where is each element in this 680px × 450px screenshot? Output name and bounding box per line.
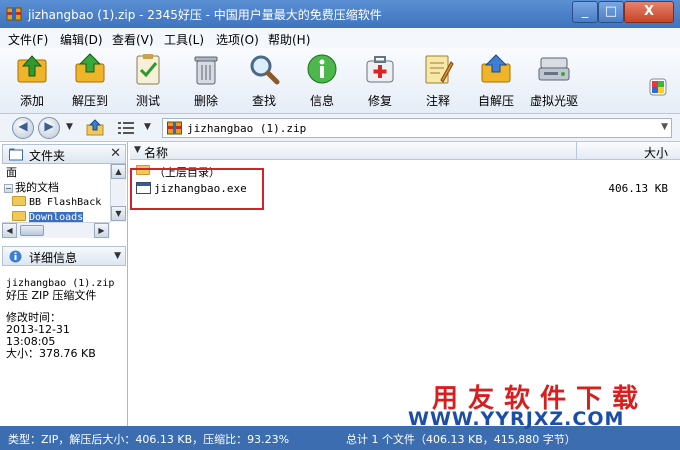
scroll-right-icon[interactable]: ▶: [94, 223, 109, 238]
column-name[interactable]: 名称: [144, 144, 168, 161]
address-bar: ◀ ▶ ▼ ▼ jizhangbao (1).zip ▼: [0, 114, 680, 142]
watermark-url: WWW.YYRJXZ.COM: [408, 408, 625, 430]
back-button[interactable]: ◀: [12, 117, 34, 139]
extract-icon: [75, 53, 105, 83]
test-checklist-icon: [136, 54, 160, 85]
tree-item-bb-flashback[interactable]: BB FlashBack: [12, 195, 101, 208]
test-button[interactable]: 测试: [120, 52, 176, 112]
title-bar: jizhangbao (1).zip - 2345好压 - 中国用户量最大的免费…: [0, 0, 680, 28]
file-size: 406.13 KB: [608, 182, 668, 195]
first-aid-icon: [366, 56, 394, 83]
folders-panel-title: 文件夹: [29, 149, 66, 163]
menu-bar: 文件(F) 编辑(D) 查看(V) 工具(L) 选项(O) 帮助(H): [0, 28, 680, 48]
up-folder-icon[interactable]: [86, 119, 104, 137]
find-button[interactable]: 查找: [236, 52, 292, 112]
file-list-header: ▼ 名称 大小: [130, 142, 680, 160]
info-icon: [307, 54, 337, 84]
self-extract-button[interactable]: 自解压: [468, 52, 524, 112]
address-field[interactable]: jizhangbao (1).zip ▼: [162, 118, 672, 138]
minimize-button[interactable]: _: [572, 1, 598, 23]
folder-tree: 面 − 我的文档 BB FlashBack Downloads: [2, 164, 110, 222]
detail-filetype: 好压 ZIP 压缩文件: [6, 289, 97, 302]
scroll-down-icon[interactable]: ▼: [111, 206, 126, 221]
folder-icon: [12, 211, 26, 221]
folder-icon: [12, 196, 26, 206]
details-content: jizhangbao (1).zip 好压 ZIP 压缩文件 修改时间： 201…: [6, 278, 124, 360]
window-title: jizhangbao (1).zip - 2345好压 - 中国用户量最大的免费…: [28, 8, 382, 22]
folder-icon: [9, 148, 23, 161]
view-dropdown-icon[interactable]: ▼: [144, 122, 151, 132]
folders-panel-header: 文件夹 ✕: [2, 144, 126, 164]
info-button[interactable]: 信息: [294, 52, 350, 112]
comment-note-icon: [425, 55, 454, 84]
trash-icon: [194, 56, 218, 85]
maximize-button[interactable]: □: [598, 1, 624, 23]
forward-arrow-icon: ▶: [44, 119, 54, 133]
history-dropdown-icon[interactable]: ▼: [66, 122, 73, 132]
tree-vertical-scrollbar[interactable]: ▲ ▼: [110, 164, 126, 222]
tree-item-downloads[interactable]: Downloads: [12, 210, 84, 222]
scroll-thumb[interactable]: [20, 225, 44, 236]
toolbar: 添加 解压到 测试 删除 查找 信息 修复 注释 自解压 虚拟光驱: [0, 48, 680, 114]
app-icon: [6, 7, 22, 21]
tree-item-desktop[interactable]: 面: [6, 164, 17, 180]
back-arrow-icon: ◀: [18, 119, 28, 133]
status-right: 总计 1 个文件（406.13 KB，415,880 字节）: [346, 433, 576, 446]
close-button[interactable]: X: [624, 1, 674, 23]
collapse-toggle-icon[interactable]: −: [4, 184, 13, 193]
virtual-drive-button[interactable]: 虚拟光驱: [526, 52, 582, 112]
self-extract-icon: [481, 54, 511, 83]
sort-arrow-icon: ▼: [134, 145, 141, 155]
view-mode-icon[interactable]: [118, 121, 134, 135]
zip-archive-icon: [167, 121, 182, 135]
tree-item-my-documents[interactable]: − 我的文档: [4, 179, 59, 195]
tree-horizontal-scrollbar[interactable]: ◀ ▶: [2, 222, 110, 238]
color-skin-icon: [649, 78, 667, 96]
details-panel-header[interactable]: 详细信息 ▼: [2, 246, 126, 266]
extract-to-button[interactable]: 解压到: [62, 52, 118, 112]
scroll-up-icon[interactable]: ▲: [111, 164, 126, 179]
info-icon: [9, 250, 22, 263]
magnifier-icon: [250, 55, 280, 85]
status-left: 类型：ZIP，解压后大小：406.13 KB，压缩比：93.23%: [8, 433, 290, 446]
close-folders-panel-icon[interactable]: ✕: [110, 146, 121, 161]
menu-options[interactable]: 选项(O): [216, 31, 259, 48]
scroll-left-icon[interactable]: ◀: [2, 223, 17, 238]
address-path: jizhangbao (1).zip: [187, 122, 307, 135]
repair-button[interactable]: 修复: [352, 52, 408, 112]
menu-file[interactable]: 文件(F): [8, 31, 48, 48]
forward-button[interactable]: ▶: [38, 117, 60, 139]
collapse-details-icon[interactable]: ▼: [114, 251, 121, 261]
menu-edit[interactable]: 编辑(D): [60, 31, 103, 48]
delete-button[interactable]: 删除: [178, 52, 234, 112]
add-archive-icon: [17, 55, 47, 83]
optical-drive-icon: [538, 57, 570, 81]
detail-size: 大小：378.76 KB: [6, 347, 96, 360]
annotation-highlight-box: [130, 168, 264, 210]
address-dropdown-icon[interactable]: ▼: [661, 122, 668, 132]
menu-tools[interactable]: 工具(L): [164, 31, 204, 48]
column-size[interactable]: 大小: [644, 144, 668, 161]
details-panel-title: 详细信息: [29, 251, 78, 265]
column-separator[interactable]: [576, 142, 577, 160]
comment-button[interactable]: 注释: [410, 52, 466, 112]
add-button[interactable]: 添加: [4, 52, 60, 112]
menu-help[interactable]: 帮助(H): [268, 31, 310, 48]
menu-view[interactable]: 查看(V): [112, 31, 154, 48]
